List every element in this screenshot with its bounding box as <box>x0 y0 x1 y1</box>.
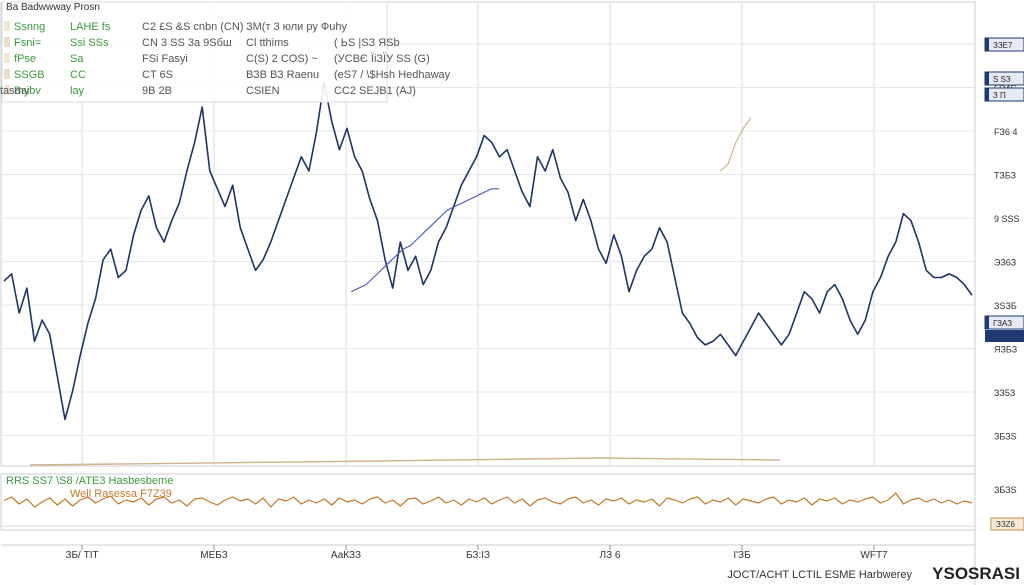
right-tag-label: ЗЗE7 <box>993 41 1013 50</box>
y-tick-label: ЗЗ5З <box>994 388 1015 398</box>
legend-swatch <box>4 53 10 63</box>
indicator-legend-line1: RRS SS7 \S8 /ATE3 Hasbesbeme <box>6 475 173 487</box>
legend-cell: ЗМ(т 3 юли ру Фuhy <box>246 21 348 33</box>
y-tick-label: ЗSЗБ <box>994 301 1017 311</box>
legend-cell: C2 £S &S cnbn (CN) <box>142 21 243 33</box>
right-tag-label: З П <box>993 91 1006 100</box>
legend-cell: lay <box>70 85 85 97</box>
legend-swatch <box>4 69 10 79</box>
legend-cell: ВЗВ ВЗ Raenu <box>246 69 319 81</box>
indicator-tick-label: ЗБЗS <box>994 485 1017 495</box>
x-tick-label: WFТ7 <box>860 550 888 561</box>
chart-header-title: Ba Badwwway Prosn <box>6 2 100 13</box>
legend-panel: Ba Badwwway Prosn Ssnng LAHE fs C2 £S &S c… <box>0 1 451 103</box>
right-tag-label: S SЗ <box>993 75 1011 84</box>
y-tick-label: 9 SSS <box>994 214 1020 224</box>
footer-brand: YSOSRASI <box>932 564 1020 583</box>
legend-swatch <box>4 21 10 31</box>
legend-cell: 9B 2B <box>142 85 172 97</box>
legend-cell: CC2 SEJB1 (AJ) <box>334 85 416 97</box>
legend-cell: tasmy <box>0 85 30 97</box>
legend-cell: fPse <box>14 53 36 65</box>
indicator-value-tag-label: ЗЗZ6 <box>996 520 1016 529</box>
last-price-tag-bar <box>985 330 1024 342</box>
legend-swatch <box>4 37 10 47</box>
y-tick-label: FЗ6 4 <box>994 127 1017 137</box>
y-tick-label: ЭЗ6З <box>994 258 1016 268</box>
x-axis-tick-labels: ЗБ/ TІТ МЕБЗ АаКЗЗ БЗ:ІЗ ЛЗ 6 I'ЗБ WFТ7 <box>65 545 888 561</box>
legend-cell: FSi Fasyi <box>142 53 188 65</box>
x-tick-label: ЛЗ 6 <box>600 550 621 561</box>
legend-cell: SSGB <box>14 69 45 81</box>
legend-cell: LAHE fs <box>70 21 111 33</box>
legend-cell: ( ЬS |SЗ ЯSb <box>334 37 400 49</box>
right-tag-marker <box>985 72 989 85</box>
legend-cell: C(S) 2 COS) ~ <box>246 53 318 65</box>
right-tag-marker <box>985 38 989 51</box>
footer-caption: JOCT/ACHT LCTIL ESME Harbwerey <box>727 569 912 581</box>
legend-cell: Ssnng <box>14 21 45 33</box>
legend-cell: CN 3 SS 3a 9Sбш <box>142 37 232 49</box>
legend-cell: Ssi SSs <box>70 37 109 49</box>
last-price-tag-label: ГЗАЗ <box>993 319 1012 328</box>
y-tick-label: ЗБЗS <box>994 432 1017 442</box>
y-tick-label: ТЗБЗ <box>994 171 1016 181</box>
legend-cell: (УСВЄ ЇіЗЇУ SS (G) <box>334 53 430 65</box>
x-tick-label: ЗБ/ TІТ <box>65 550 98 561</box>
stock-chart: Ba Badwwway Prosn Ssnng LAHE fs C2 £S &S c… <box>0 1 1024 585</box>
legend-cell: Sa <box>70 53 84 65</box>
last-price-tag-marker <box>985 316 989 329</box>
indicator-legend-line2: Well Rasessa F7Z39 <box>70 488 172 500</box>
legend-cell: Fsni= <box>14 37 41 49</box>
x-tick-label: МЕБЗ <box>200 550 228 561</box>
legend-cell: Cl tthims <box>246 37 289 49</box>
indicator-value-tag: ЗЗZ6 <box>990 517 1024 531</box>
legend-cell: CSIEN <box>246 85 280 97</box>
x-tick-label: БЗ:ІЗ <box>466 550 490 561</box>
x-tick-label: АаКЗЗ <box>331 550 361 561</box>
legend-cell: CT 6S <box>142 69 173 81</box>
right-price-tags: ЗЗE7 S SЗ З П ГЗАЗ <box>984 37 1024 342</box>
legend-cell: (eS7 / \$Hsh Hedhaway <box>334 69 451 81</box>
y-tick-label: ЯЗБЗ <box>994 345 1017 355</box>
x-tick-label: I'ЗБ <box>733 550 751 561</box>
legend-cell: CC <box>70 69 86 81</box>
right-tag-marker <box>985 88 989 101</box>
